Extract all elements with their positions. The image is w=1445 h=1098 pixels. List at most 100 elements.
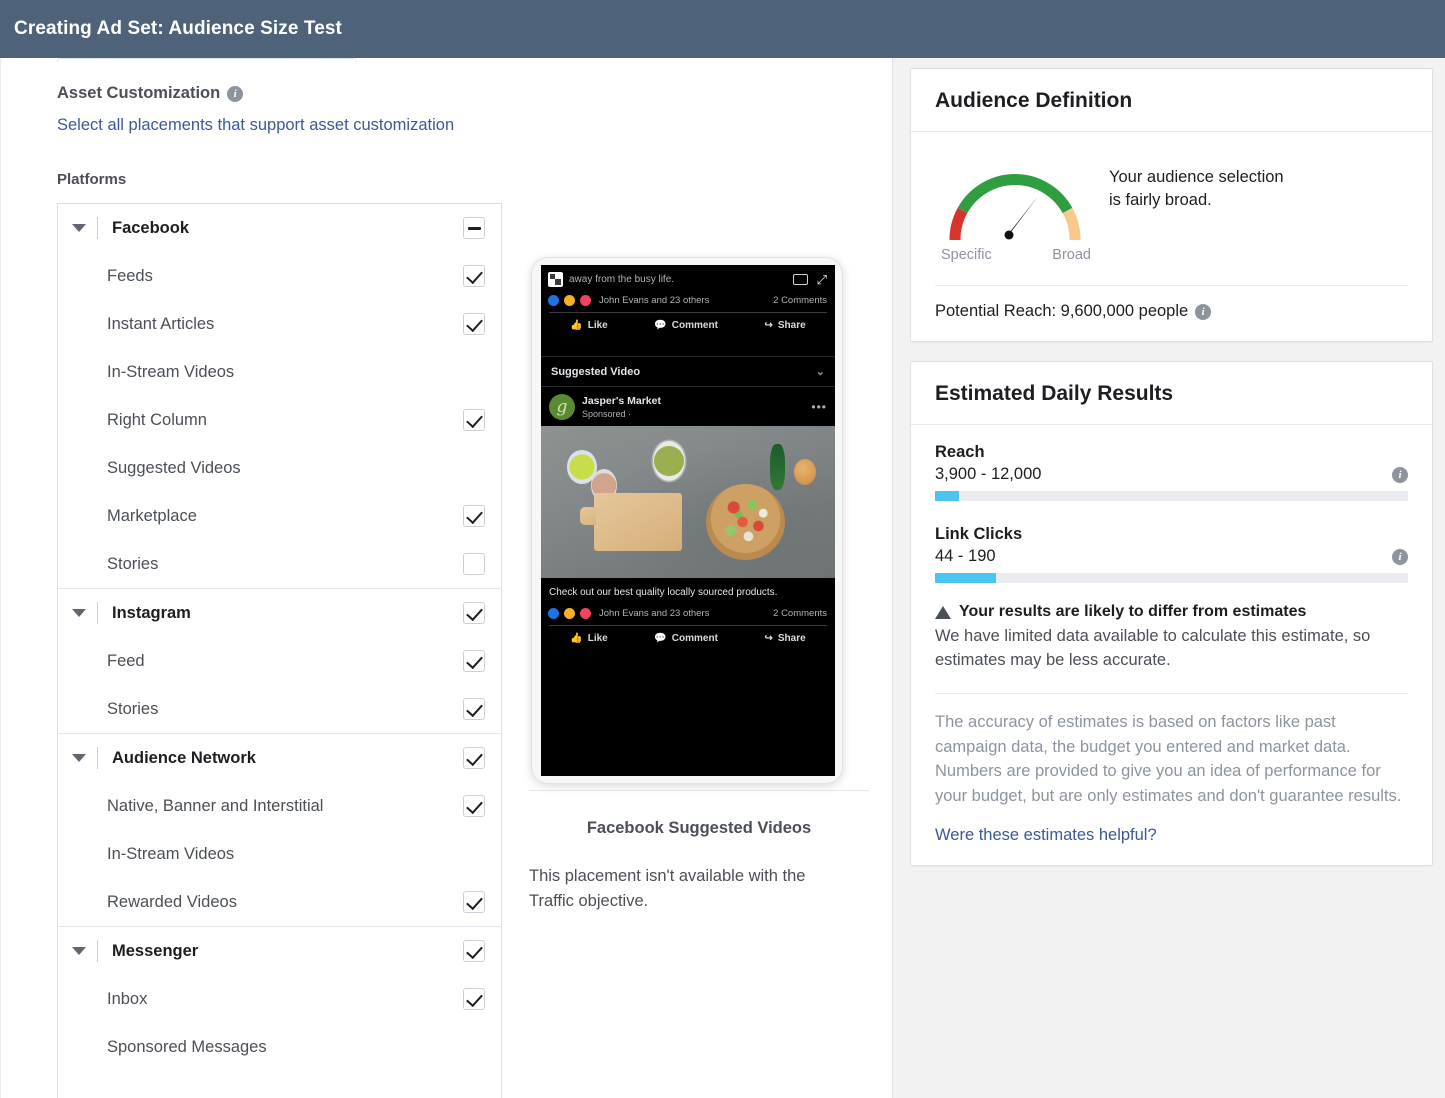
placement-label: Stories xyxy=(107,699,159,718)
estimates-warning-title: Your results are likely to differ from e… xyxy=(959,603,1307,620)
left-edge-divider xyxy=(0,58,1,1098)
platform-group-header[interactable]: Messenger xyxy=(58,927,501,975)
estimates-warning-body: We have limited data available to calcul… xyxy=(935,627,1371,669)
platform-group-label: Instagram xyxy=(112,603,191,622)
placement-row[interactable]: Stories xyxy=(58,540,501,588)
placement-checkbox[interactable] xyxy=(463,265,485,287)
platform-group-label: Messenger xyxy=(112,941,199,960)
caret-down-icon[interactable] xyxy=(72,754,86,762)
placement-label: In-Stream Videos xyxy=(107,362,235,381)
placement-row[interactable]: Stories xyxy=(58,685,501,733)
placement-row[interactable]: In-Stream Videos xyxy=(58,830,501,878)
placement-checkbox[interactable] xyxy=(463,409,485,431)
right-rail: Audience Definition Specific Broad Your … xyxy=(893,58,1445,1098)
platform-group-header[interactable]: Instagram xyxy=(58,589,501,637)
group-rule xyxy=(97,940,98,962)
caret-down-icon[interactable] xyxy=(72,224,86,232)
estimated-daily-results-title: Estimated Daily Results xyxy=(911,362,1432,425)
placement-label: Stories xyxy=(107,554,159,573)
placement-checkbox[interactable] xyxy=(463,505,485,527)
platform-group-checkbox[interactable] xyxy=(463,217,485,239)
comment-button[interactable]: 💬 Comment xyxy=(654,320,718,331)
placement-checkbox[interactable] xyxy=(463,795,485,817)
placement-checkbox[interactable] xyxy=(463,650,485,672)
phone-screen: away from the busy life. ⤢ John Evans an… xyxy=(541,265,835,776)
info-icon[interactable]: i xyxy=(1392,548,1408,565)
thumbs-up-icon: 👍 xyxy=(570,633,583,644)
placement-checkbox[interactable] xyxy=(463,988,485,1010)
placement-checkbox[interactable] xyxy=(463,698,485,720)
platform-group-checkbox[interactable] xyxy=(463,602,485,624)
photo-icon xyxy=(548,272,563,287)
info-icon[interactable]: i xyxy=(227,85,244,102)
main-content-panel: Asset Customization i Select all placeme… xyxy=(0,58,893,1098)
ad-actions: 👍 Like 💬 Comment ↪ Share xyxy=(541,626,835,652)
ad-options-icon[interactable]: ••• xyxy=(811,400,827,414)
placement-row[interactable]: Sponsored Messages xyxy=(58,1023,501,1071)
like-button[interactable]: 👍 Like xyxy=(570,320,607,331)
placement-checkbox[interactable] xyxy=(463,553,485,575)
metric-bar xyxy=(935,573,1408,583)
placement-row[interactable]: Right Column xyxy=(58,396,501,444)
gauge-svg xyxy=(949,174,1081,241)
divider xyxy=(935,692,1408,694)
expand-icon[interactable]: ⤢ xyxy=(817,273,827,286)
share-arrow-icon: ↪ xyxy=(764,320,773,331)
placement-checkbox[interactable] xyxy=(463,313,485,335)
sponsored-label: Sponsored · xyxy=(582,408,632,419)
tv-cast-icon[interactable] xyxy=(792,274,808,285)
platform-group-checkbox[interactable] xyxy=(463,747,485,769)
caret-down-icon[interactable] xyxy=(72,947,86,955)
placement-row[interactable]: Feeds xyxy=(58,252,501,300)
placement-row[interactable]: In-Stream Videos xyxy=(58,348,501,396)
platform-group-header[interactable]: Facebook xyxy=(58,204,501,252)
caret-down-icon[interactable] xyxy=(72,609,86,617)
estimates-helpful-link[interactable]: Were these estimates helpful? xyxy=(935,826,1157,845)
share-arrow-icon: ↪ xyxy=(764,633,773,644)
placement-label: Sponsored Messages xyxy=(107,1037,267,1056)
ad-creative-image xyxy=(541,426,835,578)
placement-preview: away from the busy life. ⤢ John Evans an… xyxy=(529,203,869,914)
platform-group-checkbox[interactable] xyxy=(463,940,485,962)
placement-row[interactable]: Marketplace xyxy=(58,492,501,540)
comment-bubble-icon: 💬 xyxy=(654,320,667,331)
placement-row[interactable]: Rewarded Videos xyxy=(58,878,501,926)
placement-row[interactable]: Suggested Videos xyxy=(58,444,501,492)
audience-definition-title: Audience Definition xyxy=(911,69,1432,132)
group-rule xyxy=(97,217,98,239)
metric-bar-fill xyxy=(935,573,997,583)
advertiser-name: Jasper's Market xyxy=(582,395,661,408)
placement-label: Marketplace xyxy=(107,506,197,525)
wow-reaction-icon xyxy=(564,295,575,306)
placement-checkbox[interactable] xyxy=(463,891,485,913)
placement-row[interactable]: Native, Banner and Interstitial xyxy=(58,782,501,830)
placement-row[interactable]: Instant Articles xyxy=(58,300,501,348)
asset-customization-heading: Asset Customization i xyxy=(57,84,244,103)
platform-group-header[interactable]: Audience Network xyxy=(58,734,501,782)
thumbs-up-icon: 👍 xyxy=(570,320,583,331)
metric-bar-fill xyxy=(935,491,959,501)
share-label: Share xyxy=(777,320,806,331)
chevron-down-icon[interactable]: ⌄ xyxy=(816,365,825,378)
olive-bowl-object xyxy=(652,441,686,481)
suggested-video-label: Suggested Video xyxy=(551,365,641,378)
onion-object xyxy=(793,459,816,486)
like-reaction-icon xyxy=(548,608,559,619)
estimated-daily-results-body: Reach 3,900 - 12,000 i Link Clicks 44 - 190 i… xyxy=(911,425,1432,865)
share-button[interactable]: ↪ Share xyxy=(764,633,805,644)
comment-button[interactable]: 💬 Comment xyxy=(654,633,718,644)
select-all-placements-link[interactable]: Select all placements that support asset… xyxy=(57,116,454,135)
info-icon[interactable]: i xyxy=(1195,303,1212,320)
estimated-daily-results-card: Estimated Daily Results Reach 3,900 - 12,… xyxy=(910,361,1433,866)
placement-row[interactable]: Feed xyxy=(58,637,501,685)
metric: Reach 3,900 - 12,000 i xyxy=(935,443,1408,501)
collapsed-section-stub xyxy=(57,58,357,62)
share-button[interactable]: ↪ Share xyxy=(764,320,805,331)
platforms-list: Facebook Feeds Instant Articles In-Stream V… xyxy=(57,203,502,1098)
suggested-video-header: Suggested Video ⌄ xyxy=(541,356,835,387)
like-button[interactable]: 👍 Like xyxy=(570,633,607,644)
info-icon[interactable]: i xyxy=(1392,466,1408,483)
cutting-board-object xyxy=(579,492,683,551)
placement-row[interactable]: Inbox xyxy=(58,975,501,1023)
warning-triangle-icon xyxy=(935,605,951,619)
